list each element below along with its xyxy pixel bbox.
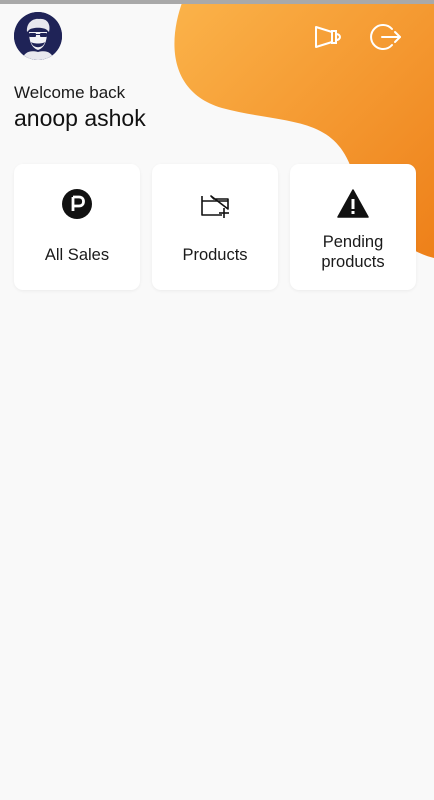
all-sales-label: All Sales [44, 246, 110, 264]
status-strip [0, 0, 434, 4]
warning-icon [337, 189, 369, 218]
pending-products-card[interactable]: Pending products [290, 164, 416, 290]
sales-p-icon [62, 189, 92, 219]
welcome-text: Welcome back [14, 83, 126, 102]
user-name: anoop ashok [14, 105, 146, 131]
user-avatar-illustration [14, 12, 62, 60]
all-sales-card[interactable]: All Sales [14, 164, 140, 290]
megaphone-icon[interactable] [312, 21, 344, 53]
products-label: Products [182, 246, 248, 264]
pending-products-label: Pending products [321, 233, 385, 271]
folder-add-icon [201, 195, 229, 218]
products-card[interactable]: Products [152, 164, 278, 290]
logout-icon[interactable] [370, 21, 402, 53]
avatar[interactable] [14, 12, 62, 60]
